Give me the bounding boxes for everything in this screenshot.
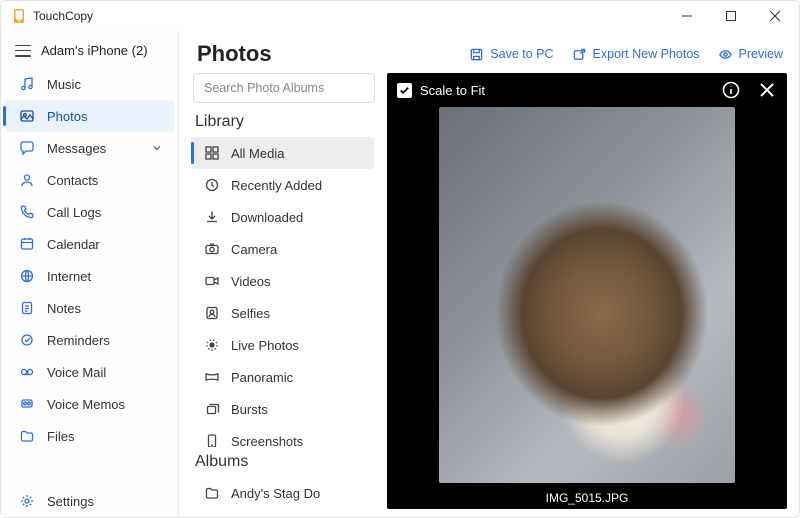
sidebar-item-call-logs[interactable]: Call Logs <box>5 196 174 228</box>
app-title: TouchCopy <box>33 9 93 23</box>
device-name: Adam's iPhone (2) <box>41 43 148 58</box>
window-maximize-button[interactable] <box>709 1 753 31</box>
sidebar-item-label: Notes <box>47 301 81 316</box>
sidebar-item-label: Music <box>47 77 81 92</box>
sidebar-item-label: Messages <box>47 141 106 156</box>
sidebar-item-music[interactable]: Music <box>5 68 174 100</box>
camera-icon <box>203 240 221 258</box>
reminder-icon <box>19 332 35 348</box>
preview-image-area <box>387 73 787 509</box>
voicemail-icon <box>19 364 35 380</box>
sidebar-item-label: Settings <box>47 494 94 509</box>
gear-icon <box>19 493 35 509</box>
sidebar-item-voice-mail[interactable]: Voice Mail <box>5 356 174 388</box>
album-item[interactable]: Andy's Stag Do <box>191 477 374 509</box>
sidebar-item-reminders[interactable]: Reminders <box>5 324 174 356</box>
library-item-camera[interactable]: Camera <box>191 233 374 265</box>
sidebar-item-label: Voice Mail <box>47 365 106 380</box>
albums-section-title: Albums <box>191 451 375 477</box>
burst-icon <box>203 400 221 418</box>
window-close-button[interactable] <box>753 1 797 31</box>
download-icon <box>203 208 221 226</box>
sidebar-item-label: Reminders <box>47 333 110 348</box>
library-section-title: Library <box>191 111 375 137</box>
sidebar-item-label: Calendar <box>47 237 100 252</box>
folder-icon <box>203 484 221 502</box>
sidebar-item-notes[interactable]: Notes <box>5 292 174 324</box>
info-icon[interactable] <box>721 80 741 100</box>
page-title: Photos <box>197 41 272 67</box>
preview-image[interactable] <box>439 107 735 483</box>
export-new-photos-button[interactable]: Export New Photos <box>572 47 700 62</box>
page-header: Photos Save to PC Export New Photos Prev… <box>179 31 799 73</box>
chevron-down-icon <box>152 141 162 156</box>
sidebar-item-label: Voice Memos <box>47 397 125 412</box>
message-icon <box>19 140 35 156</box>
app-icon <box>11 8 27 24</box>
library-item-selfies[interactable]: Selfies <box>191 297 374 329</box>
library-item-downloaded[interactable]: Downloaded <box>191 201 374 233</box>
calendar-icon <box>19 236 35 252</box>
globe-icon <box>19 268 35 284</box>
sidebar-item-photos[interactable]: Photos <box>5 100 174 132</box>
library-item-live-photos[interactable]: Live Photos <box>191 329 374 361</box>
window-minimize-button[interactable] <box>665 1 709 31</box>
library-item-screenshots[interactable]: Screenshots <box>191 425 374 447</box>
preview-filename: IMG_5015.JPG <box>387 491 787 505</box>
sidebar-item-files[interactable]: Files <box>5 420 174 452</box>
contact-icon <box>19 172 35 188</box>
titlebar: TouchCopy <box>1 1 799 31</box>
library-item-bursts[interactable]: Bursts <box>191 393 374 425</box>
note-icon <box>19 300 35 316</box>
preview-button[interactable]: Preview <box>718 47 783 62</box>
clock-icon <box>203 176 221 194</box>
eye-icon <box>718 47 733 62</box>
sidebar-item-voice-memos[interactable]: Voice Memos <box>5 388 174 420</box>
phone-icon <box>19 204 35 220</box>
screenshot-icon <box>203 432 221 447</box>
library-list[interactable]: All Media Recently Added Downloaded <box>191 137 375 447</box>
video-icon <box>203 272 221 290</box>
sidebar-item-internet[interactable]: Internet <box>5 260 174 292</box>
sidebar-item-label: Photos <box>47 109 87 124</box>
panorama-icon <box>203 368 221 386</box>
photo-icon <box>19 108 35 124</box>
sidebar-item-messages[interactable]: Messages <box>5 132 174 164</box>
close-icon[interactable] <box>757 80 777 100</box>
sidebar: Adam's iPhone (2) Music Photos Messages <box>1 31 179 517</box>
library-item-recently-added[interactable]: Recently Added <box>191 169 374 201</box>
preview-panel: Scale to Fit IMG_5015.JPG <box>387 73 787 509</box>
sidebar-item-label: Internet <box>47 269 91 284</box>
save-to-pc-button[interactable]: Save to PC <box>469 47 553 62</box>
live-photo-icon <box>203 336 221 354</box>
library-panel: Search Photo Albums Library All Media Re… <box>191 73 375 509</box>
export-icon <box>572 47 587 62</box>
scale-to-fit-label: Scale to Fit <box>420 83 485 98</box>
hamburger-icon[interactable] <box>15 45 31 57</box>
sidebar-item-label: Contacts <box>47 173 98 188</box>
sidebar-item-label: Files <box>47 429 74 444</box>
search-input[interactable]: Search Photo Albums <box>193 73 375 103</box>
grid-icon <box>203 144 221 162</box>
folder-icon <box>19 428 35 444</box>
sidebar-item-contacts[interactable]: Contacts <box>5 164 174 196</box>
save-icon <box>469 47 484 62</box>
music-icon <box>19 76 35 92</box>
selfie-icon <box>203 304 221 322</box>
library-item-all-media[interactable]: All Media <box>191 137 374 169</box>
library-item-videos[interactable]: Videos <box>191 265 374 297</box>
library-item-panoramic[interactable]: Panoramic <box>191 361 374 393</box>
sidebar-item-label: Call Logs <box>47 205 101 220</box>
sidebar-item-calendar[interactable]: Calendar <box>5 228 174 260</box>
sidebar-item-settings[interactable]: Settings <box>5 485 174 517</box>
scale-to-fit-checkbox[interactable] <box>397 83 412 98</box>
mic-icon <box>19 396 35 412</box>
